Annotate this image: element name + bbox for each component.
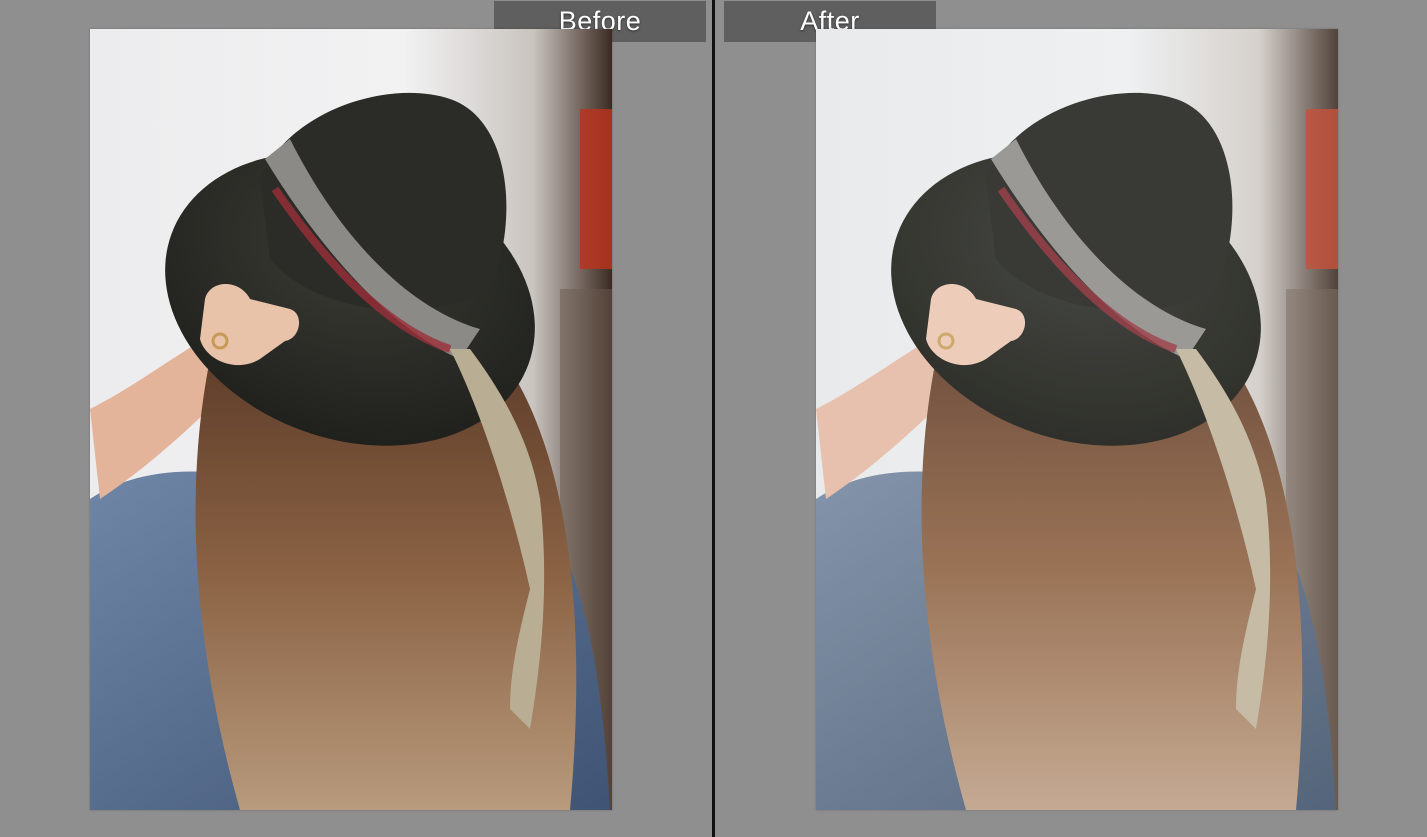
before-photo[interactable]	[90, 29, 612, 810]
portrait-photo-icon	[90, 29, 612, 810]
after-photo[interactable]	[816, 29, 1338, 810]
portrait-photo-icon	[816, 29, 1338, 810]
divider-bar	[712, 0, 715, 837]
compare-view: Before After	[0, 0, 1427, 837]
after-pane[interactable]: After	[718, 0, 1427, 837]
compare-divider[interactable]	[710, 0, 718, 837]
before-pane[interactable]: Before	[0, 0, 710, 837]
